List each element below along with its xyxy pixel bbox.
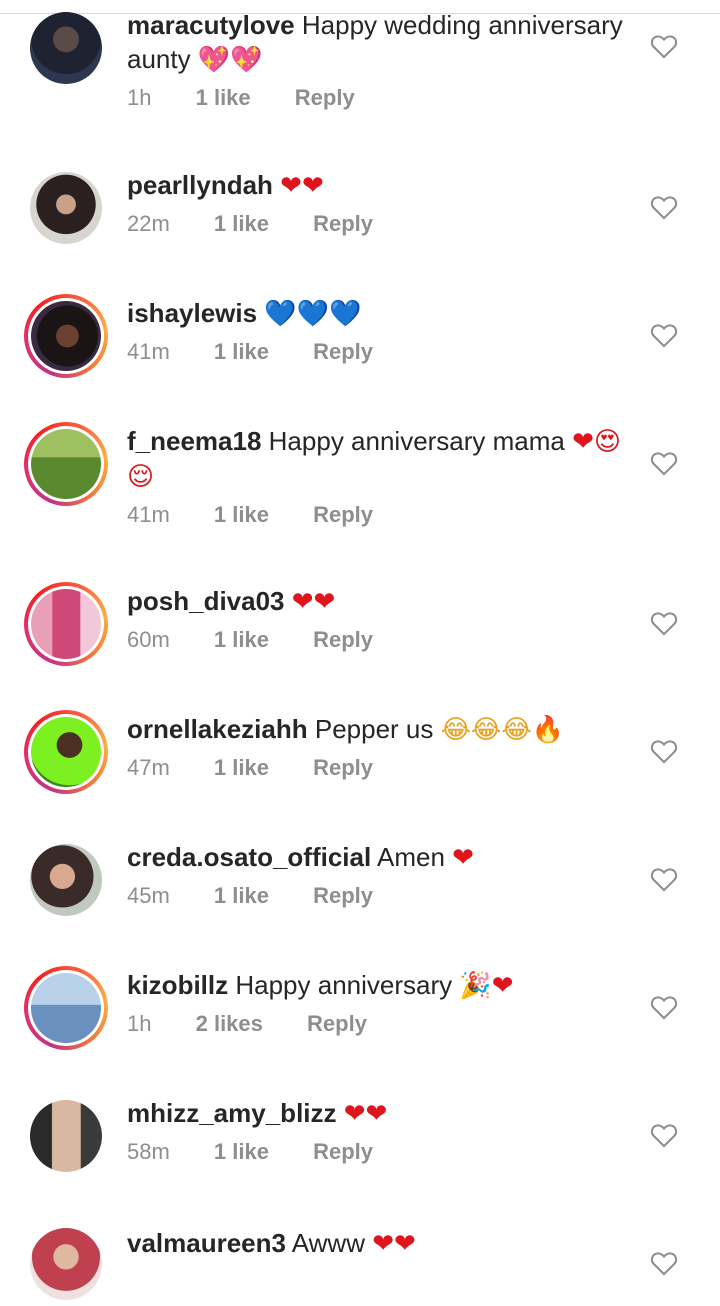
comment-meta: 1h 1 like Reply — [127, 85, 637, 113]
comment-emojis: ❤ — [452, 843, 474, 873]
comment-username[interactable]: maracutylove — [127, 10, 295, 40]
comment-username[interactable]: posh_diva03 — [127, 586, 285, 616]
reply-button[interactable]: Reply — [313, 339, 373, 364]
comment-likes[interactable]: 2 likes — [196, 1011, 263, 1036]
avatar[interactable] — [24, 838, 108, 922]
comment-username[interactable]: valmaureen3 — [127, 1228, 286, 1258]
heart-outline-icon[interactable] — [650, 322, 678, 348]
reply-button[interactable]: Reply — [313, 1139, 373, 1164]
comment-text: Happy anniversary — [235, 970, 453, 1000]
comment-emojis: ❤❤ — [280, 171, 324, 201]
comment-emojis: 😂😂😂🔥 — [440, 715, 565, 745]
comment-text: Amen — [377, 842, 445, 872]
comment-meta: 45m 1 like Reply — [127, 883, 637, 911]
comment-time: 41m — [127, 339, 170, 364]
comment-username[interactable]: pearllyndah — [127, 170, 273, 200]
comment-text: Happy anniversary mama — [268, 426, 565, 456]
comment-likes[interactable]: 1 like — [214, 627, 269, 652]
avatar[interactable] — [24, 6, 108, 90]
comment-time: 47m — [127, 755, 170, 780]
comment-time: 1h — [127, 1011, 152, 1036]
heart-outline-icon[interactable] — [650, 33, 678, 59]
comment-meta: 41m 1 like Reply — [127, 502, 637, 530]
reply-button[interactable]: Reply — [313, 211, 373, 236]
comment-username[interactable]: f_neema18 — [127, 426, 261, 456]
comment-likes[interactable]: 1 like — [196, 85, 251, 110]
comment-likes[interactable]: 1 like — [214, 211, 269, 236]
comment-emojis: ❤❤ — [372, 1229, 416, 1259]
comment-meta: 1h 2 likes Reply — [127, 1011, 637, 1039]
comment-likes[interactable]: 1 like — [214, 1139, 269, 1164]
comment-emojis: 💖💖 — [197, 45, 263, 75]
reply-button[interactable]: Reply — [313, 883, 373, 908]
avatar[interactable] — [24, 294, 108, 378]
comment-text: Awww — [291, 1228, 365, 1258]
heart-outline-icon[interactable] — [650, 1122, 678, 1148]
comment-emojis: ❤❤ — [343, 1099, 388, 1129]
comment-username[interactable]: kizobillz — [127, 970, 228, 1000]
heart-outline-icon[interactable] — [650, 866, 678, 892]
avatar[interactable] — [24, 166, 108, 250]
heart-outline-icon[interactable] — [650, 610, 678, 636]
comment-emojis: 🎉❤ — [459, 971, 514, 1001]
heart-outline-icon[interactable] — [650, 1250, 678, 1276]
comment-time: 45m — [127, 883, 170, 908]
comment-likes[interactable]: 1 like — [214, 755, 269, 780]
reply-button[interactable]: Reply — [295, 85, 355, 110]
avatar[interactable] — [24, 1094, 108, 1178]
comment-time: 60m — [127, 627, 170, 652]
avatar[interactable] — [24, 710, 108, 794]
comment-username[interactable]: ornellakeziahh — [127, 714, 308, 744]
comment-emojis: 💙💙💙 — [264, 299, 362, 329]
reply-button[interactable]: Reply — [313, 502, 373, 527]
comment-time: 41m — [127, 502, 170, 527]
comment-username[interactable]: ishaylewis — [127, 298, 257, 328]
comment-meta: 60m 1 like Reply — [127, 627, 637, 655]
heart-outline-icon[interactable] — [650, 994, 678, 1020]
comment-meta: 47m 1 like Reply — [127, 755, 637, 783]
heart-outline-icon[interactable] — [650, 738, 678, 764]
reply-button[interactable]: Reply — [313, 627, 373, 652]
heart-outline-icon[interactable] — [650, 450, 678, 476]
comment-text: Pepper us — [314, 714, 434, 744]
comment-time: 22m — [127, 211, 170, 236]
comment-meta: 22m 1 like Reply — [127, 211, 637, 239]
comment-emojis: ❤❤ — [291, 587, 336, 617]
comment-likes[interactable]: 1 like — [214, 339, 269, 364]
avatar[interactable] — [24, 422, 108, 506]
heart-outline-icon[interactable] — [650, 194, 678, 220]
comment-time: 1h — [127, 85, 152, 110]
comment-likes[interactable]: 1 like — [214, 883, 269, 908]
comment-meta: 41m 1 like Reply — [127, 339, 637, 367]
avatar[interactable] — [24, 582, 108, 666]
comment-time: 58m — [127, 1139, 170, 1164]
comment-likes[interactable]: 1 like — [214, 502, 269, 527]
avatar[interactable] — [24, 966, 108, 1050]
comment-username[interactable]: mhizz_amy_blizz — [127, 1098, 337, 1128]
reply-button[interactable]: Reply — [313, 755, 373, 780]
comment-username[interactable]: creda.osato_official — [127, 842, 371, 872]
avatar[interactable] — [24, 1222, 108, 1306]
comment-meta: 58m 1 like Reply — [127, 1139, 637, 1167]
reply-button[interactable]: Reply — [307, 1011, 367, 1036]
